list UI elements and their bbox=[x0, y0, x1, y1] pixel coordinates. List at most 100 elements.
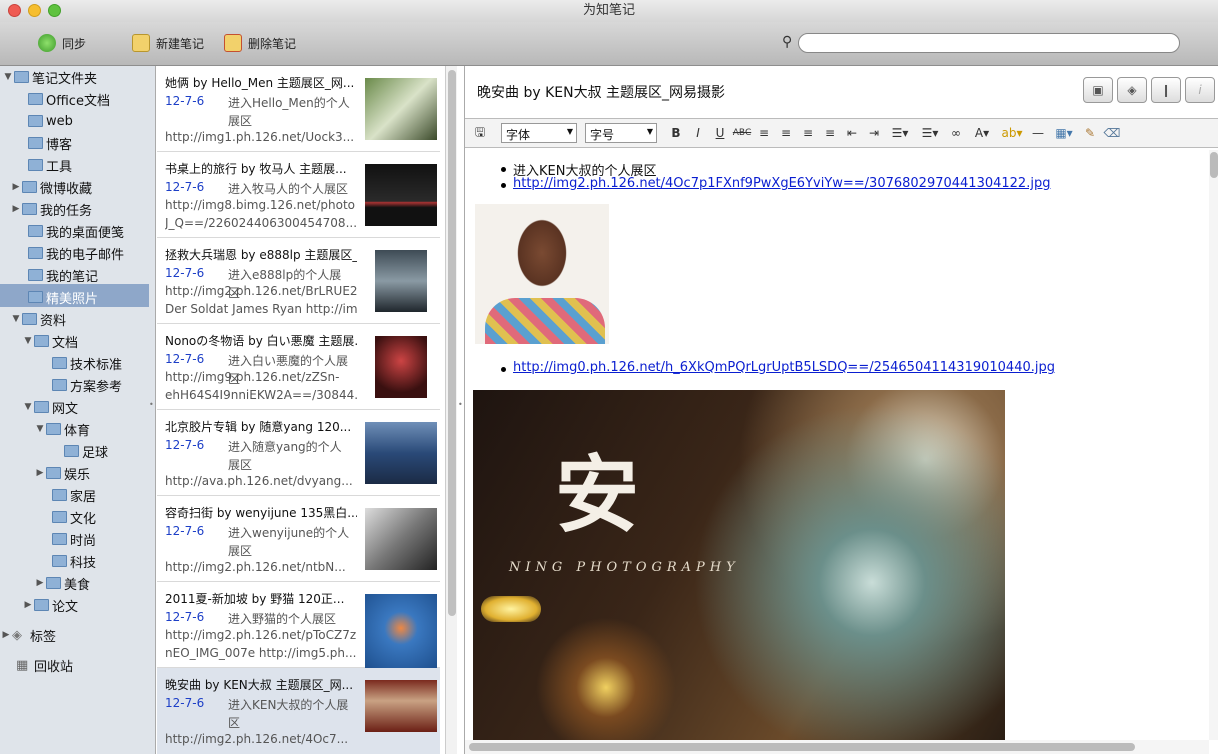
note-thumbnail bbox=[365, 164, 437, 226]
scrollbar-thumb[interactable] bbox=[469, 743, 1135, 751]
numbered-list-icon[interactable]: ☰▾ bbox=[885, 126, 915, 140]
sidebar-item-tags[interactable]: ▶ ◈ 标签 bbox=[0, 624, 56, 646]
sidebar-item-entertainment[interactable]: ▶ 娱乐 bbox=[34, 462, 90, 484]
strikethrough-icon[interactable]: ABC bbox=[731, 128, 753, 138]
sidebar-item-solutions[interactable]: 方案参考 bbox=[52, 374, 122, 396]
scrollbar-thumb[interactable] bbox=[1210, 152, 1218, 178]
sidebar-item-web-articles[interactable]: ▼ 网文 bbox=[22, 396, 78, 418]
eraser-icon[interactable]: ⌫ bbox=[1101, 126, 1123, 140]
horizontal-rule-icon[interactable]: — bbox=[1027, 126, 1049, 140]
sidebar-item-trash[interactable]: ▦ 回收站 bbox=[16, 654, 73, 676]
trash-icon: ▦ bbox=[16, 657, 29, 673]
note-list-item[interactable]: 书桌上的旅行 by 牧马人 主题展... 12-7-6 进入牧马人的个人展区 h… bbox=[157, 152, 440, 238]
sidebar-item-my-notes[interactable]: 我的笔记 bbox=[28, 264, 98, 286]
note-title-display[interactable]: 晚安曲 by KEN大叔 主题展区_网易摄影 bbox=[477, 82, 725, 102]
search-input[interactable] bbox=[798, 33, 1180, 53]
editor-vertical-scrollbar[interactable] bbox=[1209, 150, 1218, 740]
sidebar-item-office[interactable]: Office文档 bbox=[28, 88, 110, 110]
disclosure-open-icon[interactable]: ▼ bbox=[22, 336, 34, 346]
new-note-button[interactable]: 新建笔记 bbox=[132, 32, 204, 54]
sidebar-item-email[interactable]: 我的电子邮件 bbox=[28, 242, 124, 264]
sidebar-item-tools[interactable]: 工具 bbox=[28, 154, 72, 176]
underline-icon[interactable]: U bbox=[709, 126, 731, 140]
font-family-select[interactable]: 字体 ▼ bbox=[501, 123, 577, 143]
disclosure-open-icon[interactable]: ▼ bbox=[22, 402, 34, 412]
sidebar-item-tasks[interactable]: ▶ 我的任务 bbox=[10, 198, 92, 220]
table-icon[interactable]: ▦▾ bbox=[1049, 126, 1079, 140]
sidebar-item-label: 家居 bbox=[70, 489, 97, 505]
sidebar-item-tech[interactable]: 科技 bbox=[52, 550, 96, 572]
format-painter-icon[interactable]: ✎ bbox=[1079, 126, 1101, 140]
align-left-icon[interactable]: ≡ bbox=[753, 126, 775, 140]
sidebar-item-fashion[interactable]: 时尚 bbox=[52, 528, 96, 550]
sidebar-item-papers[interactable]: ▶ 论文 bbox=[22, 594, 78, 616]
sidebar-item-food[interactable]: ▶ 美食 bbox=[34, 572, 90, 594]
sidebar-item-desktop-notes[interactable]: 我的桌面便笺 bbox=[28, 220, 124, 242]
save-icon[interactable]: 🖫 bbox=[469, 123, 491, 144]
tag-button[interactable]: ◈ bbox=[1117, 77, 1147, 103]
outdent-icon[interactable]: ⇤ bbox=[841, 126, 863, 140]
disclosure-closed-icon[interactable]: ▶ bbox=[0, 630, 12, 640]
disclosure-open-icon[interactable]: ▼ bbox=[2, 72, 14, 82]
sidebar-item-photos[interactable]: 精美照片 bbox=[28, 286, 98, 308]
close-window-button[interactable] bbox=[8, 4, 21, 17]
bold-icon[interactable]: B bbox=[665, 126, 687, 140]
list-item: http://img2.ph.126.net/4Oc7p1FXnf9PwXgE6… bbox=[501, 176, 1050, 191]
image-link[interactable]: http://img2.ph.126.net/4Oc7p1FXnf9PwXgE6… bbox=[513, 176, 1050, 191]
italic-icon[interactable]: I bbox=[687, 126, 709, 140]
font-color-icon[interactable]: A▾ bbox=[967, 126, 997, 140]
sidebar-item-notes-folder[interactable]: ▼ 笔记文件夹 bbox=[2, 66, 97, 88]
attachment-button[interactable]: ❙ bbox=[1151, 77, 1181, 103]
note-list-item[interactable]: 北京胶片专辑 by 随意yang 120... 12-7-6 进入随意yang的… bbox=[157, 410, 440, 496]
disclosure-closed-icon[interactable]: ▶ bbox=[10, 182, 22, 192]
note-thumbnail bbox=[365, 508, 437, 570]
info-button[interactable]: i bbox=[1185, 77, 1215, 103]
font-size-select[interactable]: 字号 ▼ bbox=[585, 123, 657, 143]
note-list-item-selected[interactable]: 晚安曲 by KEN大叔 主题展区_网... 12-7-6 进入KEN大叔的个人… bbox=[157, 668, 440, 754]
disclosure-open-icon[interactable]: ▼ bbox=[10, 314, 22, 324]
sidebar-item-home[interactable]: 家居 bbox=[52, 484, 96, 506]
note-list-item[interactable]: 容奇扫街 by wenyijune 135黑白... 12-7-6 进入weny… bbox=[157, 496, 440, 582]
indent-icon[interactable]: ⇥ bbox=[863, 126, 885, 140]
disclosure-closed-icon[interactable]: ▶ bbox=[34, 468, 46, 478]
sync-button[interactable]: 同步 bbox=[38, 32, 86, 54]
note-list-item[interactable]: 拯救大兵瑞恩 by e888lp 主题展区_... 12-7-6 进入e888l… bbox=[157, 238, 440, 324]
align-right-icon[interactable]: ≡ bbox=[797, 126, 819, 140]
splitter-handle[interactable]: • bbox=[458, 400, 463, 409]
note-list-item[interactable]: 她俩 by Hello_Men 主题展区_网... 12-7-6 进入Hello… bbox=[157, 66, 440, 152]
folder-button[interactable]: ▣ bbox=[1083, 77, 1113, 103]
image-link[interactable]: http://img0.ph.126.net/h_6XkQmPQrLgrUptB… bbox=[513, 360, 1055, 375]
disclosure-closed-icon[interactable]: ▶ bbox=[10, 204, 22, 214]
zoom-window-button[interactable] bbox=[48, 4, 61, 17]
sidebar-item-docs[interactable]: ▼ 文档 bbox=[22, 330, 78, 352]
sidebar-item-web[interactable]: web bbox=[28, 110, 73, 132]
sidebar-item-sports[interactable]: ▼ 体育 bbox=[34, 418, 90, 440]
font-family-value: 字体 bbox=[506, 128, 531, 142]
link-icon[interactable]: ∞ bbox=[945, 126, 967, 140]
note-list-item[interactable]: 2011夏-新加坡 by 野猫 120正... 12-7-6 进入野猫的个人展区… bbox=[157, 582, 440, 670]
disclosure-closed-icon[interactable]: ▶ bbox=[34, 578, 46, 588]
editor-horizontal-scrollbar[interactable] bbox=[465, 740, 1209, 754]
delete-note-button[interactable]: 删除笔记 bbox=[224, 32, 296, 54]
minimize-window-button[interactable] bbox=[28, 4, 41, 17]
justify-icon[interactable]: ≡ bbox=[819, 126, 841, 140]
align-center-icon[interactable]: ≡ bbox=[775, 126, 797, 140]
sidebar-item-tech-standards[interactable]: 技术标准 bbox=[52, 352, 122, 374]
note-content[interactable]: 进入KEN大叔的个人展区 http://img2.ph.126.net/4Oc7… bbox=[465, 150, 1205, 740]
sidebar-item-blog[interactable]: 博客 bbox=[28, 132, 72, 154]
disclosure-closed-icon[interactable]: ▶ bbox=[22, 600, 34, 610]
bullet-list-icon[interactable]: ☰▾ bbox=[915, 126, 945, 140]
scrollbar-thumb[interactable] bbox=[448, 70, 456, 616]
sidebar-item-football[interactable]: 足球 bbox=[64, 440, 108, 462]
note-list-item[interactable]: Nonoの冬物语 by 白い悪魔 主题展... 12-7-6 进入白い悪魔的个人… bbox=[157, 324, 440, 410]
sidebar-item-materials[interactable]: ▼ 资料 bbox=[10, 308, 66, 330]
sidebar-resize-handle[interactable]: • bbox=[149, 400, 154, 409]
note-list-scrollbar[interactable] bbox=[445, 66, 457, 754]
highlight-icon[interactable]: ab▾ bbox=[997, 126, 1027, 140]
sidebar-item-culture[interactable]: 文化 bbox=[52, 506, 96, 528]
note-url: http://img2.ph.126.net/ntbN... bbox=[165, 560, 346, 574]
sidebar-item-weibo[interactable]: ▶ 微博收藏 bbox=[10, 176, 92, 198]
note-date: 12-7-6 bbox=[165, 180, 205, 194]
note-date: 12-7-6 bbox=[165, 524, 205, 538]
disclosure-open-icon[interactable]: ▼ bbox=[34, 424, 46, 434]
